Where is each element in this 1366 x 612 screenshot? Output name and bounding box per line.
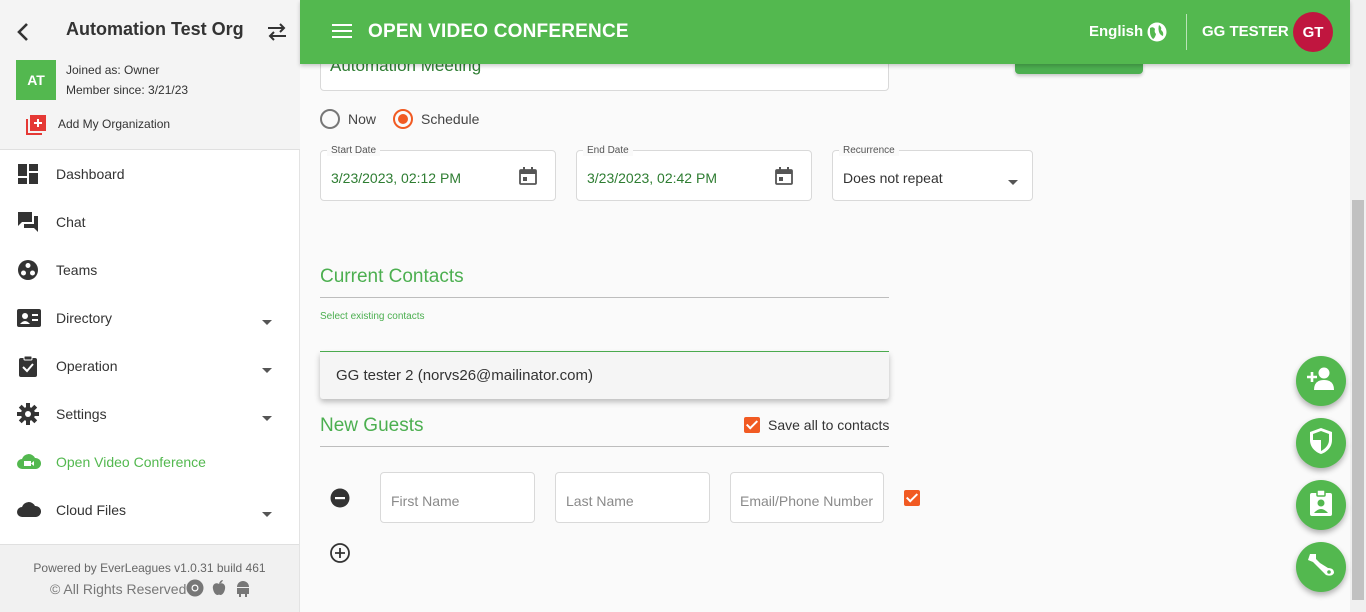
globe-icon[interactable] (1147, 22, 1167, 42)
language-selector[interactable]: English (1089, 23, 1143, 40)
sidebar-item-label: Operation (56, 358, 118, 374)
member-since-text: Member since: 3/21/23 (66, 83, 189, 97)
header-divider (1186, 14, 1187, 50)
add-guest-icon[interactable] (330, 543, 350, 563)
add-box-icon[interactable] (26, 115, 46, 135)
radio-schedule[interactable] (393, 109, 413, 129)
android-icon[interactable] (234, 579, 252, 597)
contact-suggestion-option[interactable]: GG tester 2 (norvs26@mailinator.com) (320, 352, 889, 399)
cloud-icon (17, 499, 42, 521)
sidebar-item-label: Cloud Files (56, 502, 127, 518)
teams-icon (17, 259, 39, 281)
security-fab[interactable] (1296, 418, 1346, 468)
sidebar-item-label: Directory (56, 310, 113, 326)
joined-as-text: Joined as: Owner (66, 63, 160, 77)
calendar-icon[interactable] (519, 167, 537, 185)
sidebar-item-label: Settings (56, 406, 107, 422)
email-phone-placeholder: Email/Phone Number (740, 493, 874, 509)
sidebar-item-dashboard[interactable]: Dashboard (0, 150, 299, 198)
new-guests-title: New Guests (320, 415, 424, 436)
user-name[interactable]: GG TESTER (1202, 23, 1289, 40)
person-add-icon (1306, 366, 1336, 397)
save-all-label: Save all to contacts (768, 417, 890, 433)
sidebar: Automation Test Org AT Joined as: Owner … (0, 0, 300, 612)
gear-icon (17, 403, 39, 425)
badge-icon (1309, 488, 1333, 522)
end-date-value: 3/23/2023, 02:42 PM (587, 170, 717, 186)
recurrence-label: Recurrence (839, 145, 899, 156)
top-app-bar: OPEN VIDEO CONFERENCE English GG TESTER … (300, 0, 1350, 64)
radio-now-label: Now (348, 111, 377, 127)
sidebar-item-settings[interactable]: Settings (0, 390, 299, 438)
powered-by-text: Powered by EverLeagues v1.0.31 build 461 (33, 561, 266, 575)
tools-fab[interactable] (1296, 542, 1346, 592)
shield-icon (1308, 427, 1334, 460)
user-avatar[interactable]: GT (1293, 12, 1333, 52)
recurrence-value: Does not repeat (843, 170, 943, 186)
chevron-down-icon (261, 506, 273, 517)
remove-guest-icon[interactable] (330, 488, 350, 508)
sidebar-item-operation[interactable]: Operation (0, 342, 299, 390)
save-all-checkbox[interactable] (744, 417, 760, 433)
chrome-icon[interactable] (186, 579, 204, 597)
start-date-label: Start Date (327, 145, 381, 156)
sidebar-item-label: Teams (56, 262, 98, 278)
chevron-down-icon (261, 410, 273, 421)
scrollbar-thumb[interactable] (1352, 200, 1364, 600)
current-contacts-title: Current Contacts (320, 266, 464, 287)
guest-save-checkbox[interactable] (904, 490, 920, 506)
sidebar-item-directory[interactable]: Directory (0, 294, 299, 342)
calendar-icon[interactable] (775, 167, 793, 185)
org-header: Automation Test Org AT Joined as: Owner … (0, 0, 300, 150)
switch-org-icon[interactable] (266, 22, 288, 42)
add-organization-link[interactable]: Add My Organization (58, 117, 170, 131)
dashboard-icon (17, 163, 39, 185)
apple-icon[interactable] (210, 579, 228, 597)
start-date-value: 3/23/2023, 02:12 PM (331, 170, 461, 186)
sidebar-item-label: Open Video Conference (56, 454, 206, 470)
chevron-down-icon (261, 314, 273, 325)
end-date-label: End Date (583, 145, 633, 156)
sidebar-item-cloud-files[interactable]: Cloud Files (0, 486, 299, 534)
last-name-placeholder: Last Name (566, 493, 634, 509)
contact-suggestion-text: GG tester 2 (norvs26@mailinator.com) (336, 367, 593, 384)
directory-icon (17, 307, 41, 329)
back-arrow-icon[interactable] (12, 20, 36, 44)
contacts-helper-text: Select existing contacts (320, 311, 425, 322)
sidebar-footer: Powered by EverLeagues v1.0.31 build 461… (0, 544, 299, 612)
clipboard-icon (17, 355, 39, 377)
sidebar-item-chat[interactable]: Chat (0, 198, 299, 246)
sidebar-item-label: Dashboard (56, 166, 125, 182)
page-title: OPEN VIDEO CONFERENCE (368, 21, 629, 42)
divider (320, 297, 889, 298)
org-avatar: AT (16, 60, 56, 100)
wrench-icon (1306, 551, 1336, 584)
platform-icons (186, 579, 252, 597)
chevron-down-icon (261, 362, 273, 373)
contact-card-fab[interactable] (1296, 480, 1346, 530)
divider (320, 446, 889, 447)
chat-icon (17, 211, 39, 233)
chevron-down-icon (1008, 173, 1018, 185)
sidebar-item-open-video-conference[interactable]: Open Video Conference (0, 438, 299, 486)
radio-now[interactable] (320, 109, 340, 129)
hamburger-menu-icon[interactable] (332, 22, 352, 40)
rights-text: © All Rights Reserved (50, 581, 187, 597)
first-name-placeholder: First Name (391, 493, 460, 509)
org-name: Automation Test Org (66, 19, 244, 39)
add-contact-fab[interactable] (1296, 356, 1346, 406)
radio-schedule-label: Schedule (421, 111, 480, 127)
sidebar-item-label: Chat (56, 214, 86, 230)
sidebar-item-teams[interactable]: Teams (0, 246, 299, 294)
video-cloud-icon (17, 451, 42, 473)
